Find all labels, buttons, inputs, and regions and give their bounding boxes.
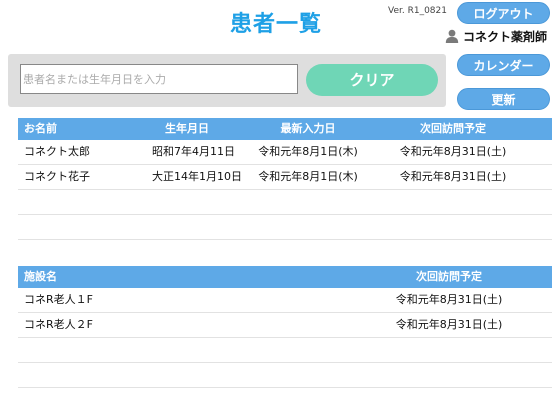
- facility-name: コネR老人１F: [24, 293, 93, 306]
- patient-latest-input: 令和元年8月1日(木): [258, 145, 358, 158]
- logout-button[interactable]: ログアウト: [457, 2, 550, 24]
- patient-latest-input: 令和元年8月1日(木): [258, 170, 358, 183]
- patient-table-header: お名前 生年月日 最新入力日 次回訪問予定: [18, 118, 552, 140]
- patient-next-visit: 令和元年8月31日(土): [399, 170, 507, 183]
- clear-button[interactable]: クリア: [306, 64, 438, 96]
- patient-table: お名前 生年月日 最新入力日 次回訪問予定 コネクト太郎 昭和7年4月11日 令…: [18, 118, 552, 240]
- patient-name: コネクト太郎: [24, 145, 90, 158]
- patient-next-visit: 令和元年8月31日(土): [399, 145, 507, 158]
- patient-name: コネクト花子: [24, 170, 90, 183]
- column-header-next-visit[interactable]: 次回訪問予定: [394, 266, 504, 288]
- column-header-facility[interactable]: 施設名: [24, 266, 57, 288]
- empty-row: [18, 190, 552, 215]
- empty-row: [18, 338, 552, 363]
- calendar-button[interactable]: カレンダー: [457, 54, 550, 76]
- patient-birthdate: 昭和7年4月11日: [152, 145, 235, 158]
- column-header-birthdate[interactable]: 生年月日: [152, 118, 222, 140]
- facility-table: 施設名 次回訪問予定 コネR老人１F 令和元年8月31日(土) コネR老人２F …: [18, 266, 552, 388]
- empty-row: [18, 215, 552, 240]
- facility-name: コネR老人２F: [24, 318, 93, 331]
- search-panel: クリア: [8, 54, 446, 107]
- person-icon: [445, 29, 459, 46]
- table-row[interactable]: コネR老人２F 令和元年8月31日(土): [18, 313, 552, 338]
- search-input[interactable]: [20, 64, 298, 94]
- refresh-button[interactable]: 更新: [457, 88, 550, 110]
- facility-table-header: 施設名 次回訪問予定: [18, 266, 552, 288]
- column-header-next-visit[interactable]: 次回訪問予定: [398, 118, 508, 140]
- version-label: Ver. R1_0821: [388, 6, 447, 16]
- facility-next-visit: 令和元年8月31日(土): [395, 318, 503, 331]
- column-header-latest-input[interactable]: 最新入力日: [254, 118, 362, 140]
- empty-row: [18, 363, 552, 388]
- table-row[interactable]: コネクト花子 大正14年1月10日 令和元年8月1日(木) 令和元年8月31日(…: [18, 165, 552, 190]
- table-row[interactable]: コネR老人１F 令和元年8月31日(土): [18, 288, 552, 313]
- user-name: コネクト薬剤師: [463, 30, 548, 44]
- table-row[interactable]: コネクト太郎 昭和7年4月11日 令和元年8月1日(木) 令和元年8月31日(土…: [18, 140, 552, 165]
- user-info: コネクト薬剤師: [445, 28, 547, 46]
- facility-next-visit: 令和元年8月31日(土): [395, 293, 503, 306]
- column-header-name[interactable]: お名前: [24, 118, 57, 140]
- patient-birthdate: 大正14年1月10日: [152, 170, 242, 183]
